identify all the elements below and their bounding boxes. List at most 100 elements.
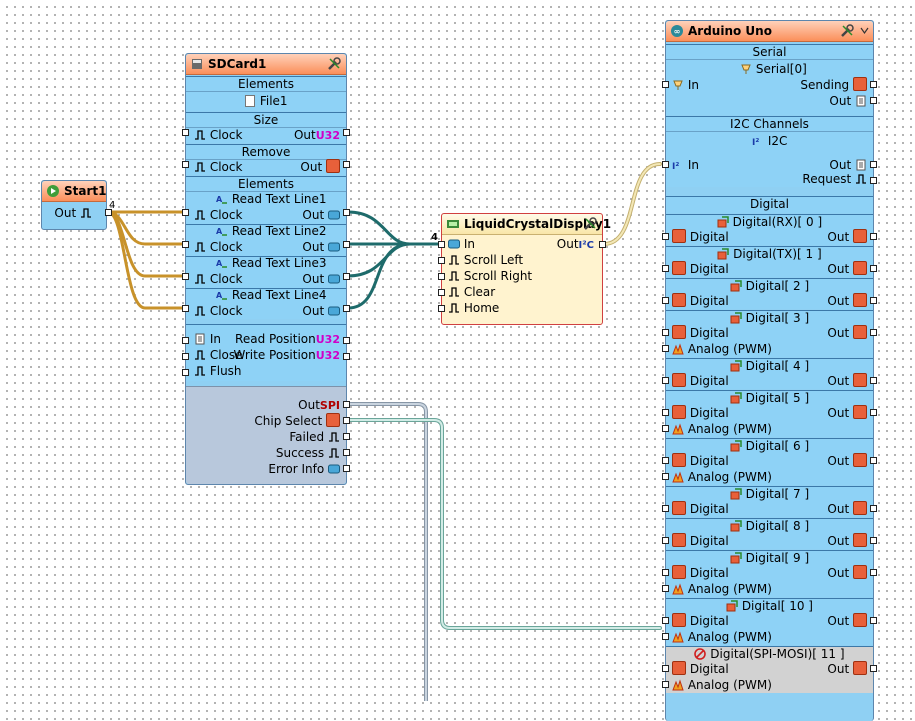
- arduino-pin-0-out-pin[interactable]: [870, 233, 877, 240]
- sdcard-flush-pin[interactable]: [182, 369, 189, 376]
- start-out-pin[interactable]: [105, 209, 112, 216]
- arduino-pin-10-digital-pin[interactable]: [662, 617, 669, 624]
- arduino-pin-8[interactable]: Digital[ 8 ] Digital Out: [662, 518, 877, 549]
- lcd-scroll-left-pin[interactable]: [438, 257, 445, 264]
- arduino-pin-1-digital-pin[interactable]: [662, 265, 669, 272]
- arduino-pin-9[interactable]: Digital[ 9 ] Digital Out Analog (PWM): [662, 550, 877, 597]
- arduino-pin-7-digital-pin[interactable]: [662, 505, 669, 512]
- arduino-pin-5[interactable]: Digital[ 5 ] Digital Out Analog (PWM): [662, 390, 877, 437]
- arduino-pin-6[interactable]: Digital[ 6 ] Digital Out Analog (PWM): [662, 438, 877, 485]
- sdcard-spi-out-pin[interactable]: [343, 401, 350, 408]
- arduino-pin-2-digital-pin[interactable]: [662, 297, 669, 304]
- arduino-pin-6-out-pin[interactable]: [870, 457, 877, 464]
- arduino-pin-2[interactable]: Digital[ 2 ] Digital Out: [662, 278, 877, 309]
- arduino-pin-5-digital-pin[interactable]: [662, 409, 669, 416]
- arduino-pin-9-out-pin[interactable]: [870, 569, 877, 576]
- lcd-input-4: Home: [448, 300, 499, 316]
- sdcard-line1-clock-pin[interactable]: [182, 209, 189, 216]
- sdcard-line1-out-pin[interactable]: [343, 209, 350, 216]
- arduino-i2c-in-pin[interactable]: [662, 161, 669, 168]
- sdcard-remove-clock-pin[interactable]: [182, 161, 189, 168]
- sdcard-read-line-1[interactable]: A Read Text Line1: [216, 191, 327, 207]
- sdcard-line4-out-pin[interactable]: [343, 305, 350, 312]
- arduino-sending-pin[interactable]: [870, 81, 877, 88]
- arduino-pin-1-out-pin[interactable]: [870, 265, 877, 272]
- sdcard-success-pin[interactable]: [343, 449, 350, 456]
- lcd-in-pin[interactable]: [438, 241, 445, 248]
- wrench-icon[interactable]: [326, 56, 342, 72]
- start-node[interactable]: Start1 Out: [41, 180, 112, 230]
- lcd-titlebar[interactable]: LiquidCrystalDisplay1: [442, 214, 611, 235]
- arduino-pin-9-analog-pin[interactable]: [662, 585, 669, 592]
- arduino-i2c-item[interactable]: I² I2C: [752, 133, 787, 149]
- arduino-pin-10-out-pin[interactable]: [870, 617, 877, 624]
- arduino-node[interactable]: ∞ Arduino Uno Serial Serial[0] In Sendin…: [662, 20, 877, 721]
- arduino-serial-item[interactable]: Serial[0]: [740, 61, 807, 77]
- lcd-node[interactable]: LiquidCrystalDisplay1 In OutI²C Scroll L…: [438, 213, 611, 325]
- arduino-pin-3-out-pin[interactable]: [870, 329, 877, 336]
- arduino-pin-11-analog-pin[interactable]: [662, 681, 669, 688]
- sdcard-readpos-pin[interactable]: [343, 337, 350, 344]
- sdcard-errorinfo-pin[interactable]: [343, 465, 350, 472]
- sdcard-close-pin[interactable]: [182, 353, 189, 360]
- lcd-home-pin[interactable]: [438, 305, 445, 312]
- arduino-pin-0[interactable]: Digital(RX)[ 0 ] Digital Out: [662, 214, 877, 245]
- arduino-pin-7-out-pin[interactable]: [870, 505, 877, 512]
- arduino-pin-3[interactable]: Digital[ 3 ] Digital Out Analog (PWM): [662, 310, 877, 357]
- sdcard-cs-pin[interactable]: [343, 417, 350, 424]
- sdcard-titlebar[interactable]: SDCard1: [186, 54, 346, 75]
- sdcard-node[interactable]: SDCard1 Elements File1 Size Clock OutU32…: [182, 53, 350, 485]
- arduino-pin-11-digital-pin[interactable]: [662, 665, 669, 672]
- arduino-pin-4-out-pin[interactable]: [870, 377, 877, 384]
- lcd-scroll-right-pin[interactable]: [438, 273, 445, 280]
- wrench-icon[interactable]: [839, 23, 855, 39]
- arduino-pin-4-digital-pin[interactable]: [662, 377, 669, 384]
- chevron-down-icon[interactable]: [860, 27, 869, 35]
- arduino-pin-8-out-pin[interactable]: [870, 537, 877, 544]
- arduino-pin-5-analog-pin[interactable]: [662, 425, 669, 432]
- arduino-pin-10[interactable]: Digital[ 10 ] Digital Out Analog (PWM): [662, 598, 877, 645]
- arduino-pin-3-digital-pin[interactable]: [662, 329, 669, 336]
- sdcard-line3-clock-pin[interactable]: [182, 273, 189, 280]
- wrench-icon[interactable]: [582, 216, 598, 232]
- sdcard-size-out-pin[interactable]: [343, 129, 350, 136]
- arduino-pin-3-analog-pin[interactable]: [662, 345, 669, 352]
- arduino-pin-11[interactable]: Digital(SPI-MOSI)[ 11 ] Digital Out Anal…: [662, 646, 877, 693]
- arduino-pin-10-analog-pin[interactable]: [662, 633, 669, 640]
- arduino-serial-out-pin[interactable]: [870, 97, 877, 104]
- clock-icon: [856, 174, 866, 184]
- sdcard-failed-pin[interactable]: [343, 433, 350, 440]
- arduino-pin-6-digital-pin[interactable]: [662, 457, 669, 464]
- sdcard-read-line-4[interactable]: A Read Text Line4: [216, 287, 327, 303]
- sdcard-size-clock-pin[interactable]: [182, 129, 189, 136]
- sdcard-in-pin[interactable]: [182, 337, 189, 344]
- sdcard-title: SDCard1: [208, 57, 267, 71]
- arduino-request-pin[interactable]: [870, 177, 877, 184]
- sdcard-read-line-2[interactable]: A Read Text Line2: [216, 223, 327, 239]
- sdcard-line2-out-pin[interactable]: [343, 241, 350, 248]
- arduino-pin-5-out-pin[interactable]: [870, 409, 877, 416]
- arduino-pin-4[interactable]: Digital[ 4 ] Digital Out: [662, 358, 877, 389]
- lcd-out-pin[interactable]: [599, 241, 606, 248]
- sdcard-file-item[interactable]: File1: [244, 93, 288, 109]
- arduino-serial-in-pin[interactable]: [662, 81, 669, 88]
- arduino-pin-7-digital: Digital: [672, 501, 729, 517]
- arduino-pin-0-digital-pin[interactable]: [662, 233, 669, 240]
- sdcard-writepos-pin[interactable]: [343, 353, 350, 360]
- arduino-titlebar[interactable]: ∞ Arduino Uno: [666, 21, 873, 42]
- arduino-pin-11-out-pin[interactable]: [870, 665, 877, 672]
- arduino-pin-8-digital-pin[interactable]: [662, 537, 669, 544]
- lcd-clear-pin[interactable]: [438, 289, 445, 296]
- sdcard-line3-out-pin[interactable]: [343, 273, 350, 280]
- sdcard-line4-clock-pin[interactable]: [182, 305, 189, 312]
- start-titlebar[interactable]: Start1: [42, 181, 106, 202]
- arduino-pin-6-analog-pin[interactable]: [662, 473, 669, 480]
- arduino-pin-7[interactable]: Digital[ 7 ] Digital Out: [662, 486, 877, 517]
- sdcard-line2-clock-pin[interactable]: [182, 241, 189, 248]
- arduino-pin-2-out-pin[interactable]: [870, 297, 877, 304]
- sdcard-remove-out-pin[interactable]: [343, 161, 350, 168]
- sdcard-read-line-3[interactable]: A Read Text Line3: [216, 255, 327, 271]
- arduino-i2c-out-pin[interactable]: [870, 161, 877, 168]
- arduino-pin-9-digital-pin[interactable]: [662, 569, 669, 576]
- arduino-pin-1[interactable]: Digital(TX)[ 1 ] Digital Out: [662, 246, 877, 277]
